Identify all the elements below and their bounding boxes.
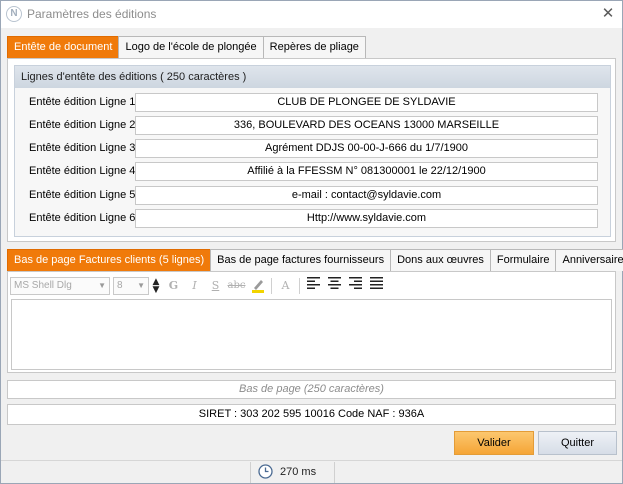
timing-value: 270 ms bbox=[280, 466, 317, 478]
client-invoice-footer-page: MS Shell Dlg ▼ 8 ▼ ▲ ▼ G I S abc A bbox=[7, 271, 616, 373]
header-line-3-field[interactable]: Agrément DDJS 00-00-J-666 du 1/7/1900 bbox=[135, 139, 598, 158]
tab-document-header[interactable]: Entête de document bbox=[7, 36, 120, 58]
header-line-6-field[interactable]: Http://www.syldavie.com bbox=[135, 209, 598, 228]
status-bar: 270 ms bbox=[1, 460, 622, 483]
chevron-down-icon: ▼ bbox=[98, 281, 106, 290]
header-line-5-field[interactable]: e-mail : contact@syldavie.com bbox=[135, 186, 598, 205]
window-title: Paramètres des éditions bbox=[27, 7, 157, 21]
timing-cell: 270 ms bbox=[250, 462, 335, 483]
chevron-down-icon: ▼ bbox=[137, 281, 145, 290]
tab-birthdays[interactable]: Anniversaires bbox=[555, 249, 623, 271]
font-color-button[interactable]: A bbox=[275, 277, 296, 295]
align-left-icon[interactable] bbox=[303, 277, 324, 295]
title-bar: N Paramètres des éditions ✕ bbox=[1, 1, 622, 28]
tab-supplier-invoice-footer[interactable]: Bas de page factures fournisseurs bbox=[210, 249, 392, 271]
highlight-pen-icon[interactable] bbox=[247, 277, 268, 295]
top-tabstrip: Entête de document Logo de l'école de pl… bbox=[7, 36, 366, 58]
validate-button[interactable]: Valider bbox=[454, 431, 534, 455]
tab-donations[interactable]: Dons aux œuvres bbox=[390, 249, 491, 271]
tab-client-invoice-footer[interactable]: Bas de page Factures clients (5 lignes) bbox=[7, 249, 212, 271]
font-size-select[interactable]: 8 ▼ bbox=[113, 277, 149, 295]
toolbar-separator bbox=[299, 278, 300, 294]
header-line-label: Entête édition Ligne 2 bbox=[29, 119, 136, 131]
footer-tabstrip: Bas de page Factures clients (5 lignes) … bbox=[7, 249, 623, 271]
header-line-label: Entête édition Ligne 5 bbox=[29, 189, 136, 201]
header-line-row: Entête édition Ligne 1 CLUB DE PLONGEE D… bbox=[15, 93, 610, 114]
header-line-label: Entête édition Ligne 3 bbox=[29, 142, 136, 154]
align-justify-icon[interactable] bbox=[366, 277, 387, 295]
clock-icon bbox=[258, 464, 273, 479]
header-line-row: Entête édition Ligne 5 e-mail : contact@… bbox=[15, 186, 610, 207]
header-line-row: Entête édition Ligne 4 Affilié à la FFES… bbox=[15, 162, 610, 183]
header-line-row: Entête édition Ligne 3 Agrément DDJS 00-… bbox=[15, 139, 610, 160]
font-name-select[interactable]: MS Shell Dlg ▼ bbox=[10, 277, 110, 295]
footer-text-editor[interactable] bbox=[11, 299, 612, 370]
tab-school-logo[interactable]: Logo de l'école de plongée bbox=[118, 36, 264, 58]
header-lines-group: Lignes d'entête des éditions ( 250 carac… bbox=[14, 65, 611, 237]
font-size-value: 8 bbox=[117, 280, 123, 291]
header-line-label: Entête édition Ligne 1 bbox=[29, 96, 136, 108]
spin-size-icon[interactable]: ▲ ▼ bbox=[149, 277, 163, 295]
header-line-4-field[interactable]: Affilié à la FFESSM N° 081300001 le 22/1… bbox=[135, 162, 598, 181]
toolbar-separator bbox=[271, 278, 272, 294]
strikethrough-button[interactable]: abc bbox=[226, 277, 247, 295]
header-lines-title: Lignes d'entête des éditions ( 250 carac… bbox=[15, 66, 610, 88]
rich-text-toolbar: MS Shell Dlg ▼ 8 ▼ ▲ ▼ G I S abc A bbox=[10, 275, 613, 297]
align-right-icon[interactable] bbox=[345, 277, 366, 295]
quit-button[interactable]: Quitter bbox=[538, 431, 617, 455]
underline-button[interactable]: S bbox=[205, 277, 226, 295]
footer-caption: Bas de page (250 caractères) bbox=[7, 380, 616, 399]
font-name-value: MS Shell Dlg bbox=[14, 280, 72, 291]
settings-window: N Paramètres des éditions ✕ Entête de do… bbox=[0, 0, 623, 484]
header-line-row: Entête édition Ligne 6 Http://www.syldav… bbox=[15, 209, 610, 230]
header-line-label: Entête édition Ligne 6 bbox=[29, 212, 136, 224]
close-icon[interactable]: ✕ bbox=[599, 5, 617, 23]
tab-fold-marks[interactable]: Repères de pliage bbox=[262, 36, 366, 58]
app-logo-icon: N bbox=[6, 6, 22, 22]
italic-button[interactable]: I bbox=[184, 277, 205, 295]
document-header-page: Lignes d'entête des éditions ( 250 carac… bbox=[7, 58, 616, 242]
header-line-row: Entête édition Ligne 2 336, BOULEVARD DE… bbox=[15, 116, 610, 137]
align-center-icon[interactable] bbox=[324, 277, 345, 295]
header-line-label: Entête édition Ligne 4 bbox=[29, 165, 136, 177]
siret-field[interactable]: SIRET : 303 202 595 10016 Code NAF : 936… bbox=[7, 404, 616, 425]
header-line-1-field[interactable]: CLUB DE PLONGEE DE SYLDAVIE bbox=[135, 93, 598, 112]
tab-form[interactable]: Formulaire bbox=[489, 249, 557, 271]
header-line-2-field[interactable]: 336, BOULEVARD DES OCEANS 13000 MARSEILL… bbox=[135, 116, 598, 135]
bold-button[interactable]: G bbox=[163, 277, 184, 295]
